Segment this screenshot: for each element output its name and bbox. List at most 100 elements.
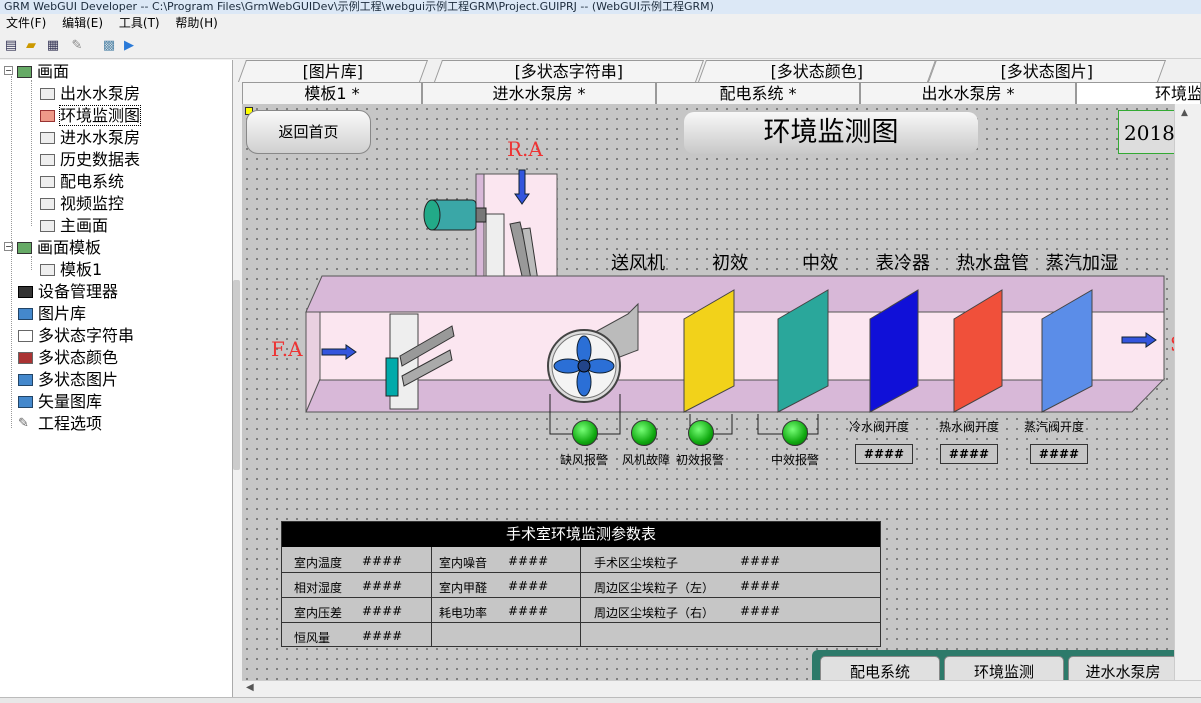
build-icon[interactable]: ▩ xyxy=(100,37,118,55)
tree-project-options[interactable]: ✎ 工程选项 xyxy=(18,413,102,435)
alarm-led-fan-fault xyxy=(631,420,657,446)
tree-item-outlet-pump[interactable]: 出水水泵房 xyxy=(40,83,140,105)
canvas-horizontal-scrollbar[interactable]: ◀ xyxy=(242,680,1201,697)
screen-icon xyxy=(40,175,55,188)
menu-file[interactable]: 文件(F) xyxy=(0,14,52,33)
tab-inlet-pump[interactable]: 进水水泵房 * xyxy=(422,82,656,104)
canvas-vertical-scrollbar[interactable]: ▲ xyxy=(1174,104,1201,680)
menu-help[interactable]: 帮助(H) xyxy=(169,14,223,33)
param-table-title: 手术室环境监测参数表 xyxy=(282,522,880,547)
tab-multi-color[interactable]: [多状态颜色] xyxy=(697,60,937,82)
tree-multi-color[interactable]: 多状态颜色 xyxy=(18,347,118,369)
param-label: 周边区尘埃粒子（右） xyxy=(594,606,715,620)
param-table: 手术室环境监测参数表 室内温度 #### 相对湿度 #### 室内压差 ####… xyxy=(281,521,881,647)
image-icon xyxy=(18,373,33,386)
alarm-label-no-air: 缺风报警 xyxy=(560,453,609,467)
tree-item-main[interactable]: 主画面 xyxy=(40,215,108,237)
design-canvas[interactable]: 返回首页 环境监测图 2018- xyxy=(242,104,1174,680)
wrench-icon[interactable]: ✎ xyxy=(68,37,86,55)
section-cooler: 表冷器 xyxy=(876,253,930,274)
section-humidifier: 蒸汽加湿 xyxy=(1046,253,1118,274)
nav-env[interactable]: 环境监测 xyxy=(944,656,1064,680)
alarm-label-fan-fault: 风机故障 xyxy=(622,453,671,467)
tree-item-template1[interactable]: 模板1 xyxy=(40,259,102,281)
return-air-label: R.A xyxy=(507,137,543,161)
tree-multi-string[interactable]: 多状态字符串 xyxy=(18,325,134,347)
tree-item-inlet-pump[interactable]: 进水水泵房 xyxy=(40,127,140,149)
tree-item-env-monitor[interactable]: 环境监测图 xyxy=(40,105,142,127)
param-value: #### xyxy=(740,554,781,568)
screen-icon xyxy=(40,87,55,100)
screen-icon xyxy=(40,219,55,232)
save-all-icon[interactable]: ▦ xyxy=(44,37,62,55)
bottom-nav: 配电系统 环境监测 进水水泵房 xyxy=(812,650,1174,680)
valve-value-cold: #### xyxy=(855,444,913,464)
window-title: GRM WebGUI Developer -- C:\Program Files… xyxy=(0,0,1201,14)
param-label: 相对湿度 xyxy=(294,581,343,595)
tree-screens[interactable]: − 画面 xyxy=(4,61,69,83)
collapse-icon[interactable]: − xyxy=(4,66,13,75)
screen-icon xyxy=(40,197,55,210)
param-label: 恒风量 xyxy=(294,631,331,645)
param-value: #### xyxy=(508,604,549,618)
param-value: #### xyxy=(362,579,403,593)
param-label: 耗电功率 xyxy=(439,606,488,620)
tab-strip: [图片库] [多状态字符串] [多状态颜色] [多状态图片] 模板1 * 进水水… xyxy=(237,60,1201,104)
alarm-led-no-air xyxy=(572,420,598,446)
param-label: 室内压差 xyxy=(294,606,343,620)
section-medium: 中效 xyxy=(802,253,838,274)
tab-outlet-pump[interactable]: 出水水泵房 * xyxy=(860,82,1076,104)
section-fan: 送风机 xyxy=(611,253,665,274)
tree-item-history[interactable]: 历史数据表 xyxy=(40,149,140,171)
toolbar: ▤ ▰ ▦ ✎ ▩ ▶ xyxy=(0,33,1201,59)
param-label: 室内甲醛 xyxy=(439,581,488,595)
tab-image-lib[interactable]: [图片库] xyxy=(237,60,429,82)
color-icon xyxy=(18,351,33,364)
template-folder-icon xyxy=(17,241,32,254)
screen-icon xyxy=(40,153,55,166)
new-icon[interactable]: ▤ xyxy=(2,37,20,55)
image-icon xyxy=(18,307,33,320)
status-bar xyxy=(0,697,1201,703)
menu-edit[interactable]: 编辑(E) xyxy=(56,14,109,33)
collapse-icon[interactable]: − xyxy=(4,242,13,251)
section-heater: 热水盘管 xyxy=(957,253,1029,274)
nav-power[interactable]: 配电系统 xyxy=(820,656,940,680)
alarm-led-primary xyxy=(688,420,714,446)
tree-vector-lib[interactable]: 矢量图库 xyxy=(18,391,102,413)
menu-bar: 文件(F) 编辑(E) 工具(T) 帮助(H) xyxy=(0,14,1201,33)
valve-value-steam: #### xyxy=(1030,444,1088,464)
valve-label-cold: 冷水阀开度 xyxy=(849,420,910,434)
tab-env-monitor[interactable]: 环境监测 xyxy=(1076,82,1201,104)
tree-item-power[interactable]: 配电系统 xyxy=(40,171,124,193)
param-value: #### xyxy=(508,579,549,593)
menu-tools[interactable]: 工具(T) xyxy=(113,14,166,33)
nav-inlet[interactable]: 进水水泵房 xyxy=(1068,656,1174,680)
valve-value-hot: #### xyxy=(940,444,998,464)
section-primary: 初效 xyxy=(712,253,748,274)
tree-item-video[interactable]: 视频监控 xyxy=(40,193,124,215)
run-icon[interactable]: ▶ xyxy=(120,37,138,55)
tab-template1[interactable]: 模板1 * xyxy=(242,82,422,104)
project-tree: − 画面 出水水泵房 环境监测图 进水水泵房 历史数据表 配电系统 视频监控 主画… xyxy=(0,60,233,703)
tree-templates[interactable]: − 画面模板 xyxy=(4,237,101,259)
param-value: #### xyxy=(508,554,549,568)
tab-multi-string[interactable]: [多状态字符串] xyxy=(433,60,705,82)
wrench-icon: ✎ xyxy=(18,415,29,431)
tab-multi-image[interactable]: [多状态图片] xyxy=(927,60,1167,82)
tree-image-lib[interactable]: 图片库 xyxy=(18,303,86,325)
alarm-label-primary: 初效报警 xyxy=(676,453,725,467)
tree-multi-image[interactable]: 多状态图片 xyxy=(18,369,118,391)
tree-scrollbar[interactable] xyxy=(233,280,240,470)
param-label: 周边区尘埃粒子（左） xyxy=(594,581,715,595)
tree-device-manager[interactable]: 设备管理器 xyxy=(18,281,118,303)
param-label: 室内温度 xyxy=(294,556,343,570)
tab-power[interactable]: 配电系统 * xyxy=(656,82,860,104)
screen-icon xyxy=(40,109,55,122)
screen-folder-icon xyxy=(17,65,32,78)
fresh-air-label: F.A xyxy=(271,337,303,361)
open-folder-icon[interactable]: ▰ xyxy=(22,37,40,55)
vector-icon xyxy=(18,395,33,408)
screen-icon xyxy=(40,131,55,144)
alarm-label-medium: 中效报警 xyxy=(771,453,820,467)
